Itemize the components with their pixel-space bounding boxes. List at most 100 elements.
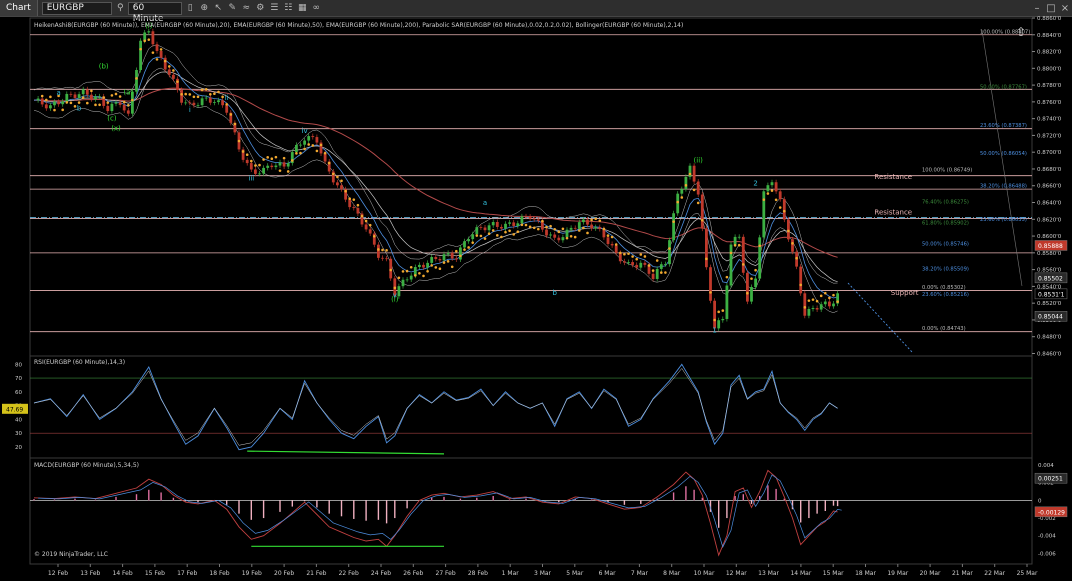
candle-body — [528, 216, 532, 219]
sar-dot — [204, 87, 208, 91]
sar-dot — [90, 89, 93, 93]
time-axis-label: 19 Feb — [242, 570, 262, 577]
sar-dot — [500, 235, 503, 239]
candle-body — [680, 189, 684, 194]
sar-dot — [459, 254, 462, 258]
candle-body — [643, 262, 647, 265]
chart-canvas[interactable]: 0.8860'0 0.8840'0 0.8820'0 0.8800'0 0.8780'0… — [0, 0, 1072, 581]
candle-body — [151, 31, 155, 45]
candle-body — [623, 261, 626, 263]
price-axis-label: 0.8820'0 — [1037, 50, 1062, 56]
sar-dot — [610, 235, 614, 239]
elliott-wave-label: (x) — [111, 124, 121, 132]
candle-body — [77, 94, 81, 98]
candle-body — [143, 32, 147, 41]
rsi-axis-label: 70 — [15, 376, 22, 382]
candle-body — [73, 94, 77, 98]
scroll-up-icon[interactable]: ⇧ — [1016, 25, 1026, 39]
sar-dot — [364, 219, 368, 223]
candle-body — [98, 96, 101, 98]
price-axis-label: 0.8620'0 — [1037, 217, 1062, 223]
time-axis-label: 13 Feb — [80, 570, 100, 577]
candle-body — [823, 301, 827, 305]
sar-dot — [705, 257, 708, 261]
fibonacci-label: 61.80% (0.85902) — [922, 221, 969, 227]
candle-body — [172, 74, 175, 79]
candle-body — [192, 102, 196, 106]
sar-dot — [819, 294, 823, 298]
sar-dot — [311, 144, 315, 147]
candle-body — [213, 102, 216, 103]
time-axis-label: 19 Mar — [887, 570, 908, 577]
fibonacci-label: 0.00% (0.85302) — [922, 285, 966, 291]
sar-dot — [512, 233, 515, 236]
sar-dot — [241, 150, 245, 153]
sar-dot — [774, 198, 778, 202]
sar-dot — [135, 77, 138, 80]
sar-dot — [418, 271, 421, 275]
time-axis-label: 5 Mar — [566, 570, 584, 577]
elliott-wave-label: 2 — [753, 180, 757, 188]
time-axis-label: 14 Mar — [790, 570, 811, 577]
level-annotation: Support — [891, 289, 919, 297]
candle-body — [705, 228, 708, 268]
sar-dot — [578, 229, 581, 232]
candle-body — [49, 105, 52, 109]
sar-dot — [696, 201, 700, 205]
sar-dot — [565, 236, 569, 240]
candle-body — [208, 97, 212, 103]
sar-dot — [61, 108, 64, 112]
sar-dot — [332, 172, 335, 176]
sar-dot — [49, 95, 52, 99]
candle-body — [577, 222, 581, 229]
rsi-panel-frame — [29, 355, 1033, 459]
bollinger-lower-line — [33, 67, 838, 313]
candle-body — [295, 144, 298, 153]
candle-body — [118, 102, 122, 105]
fib-fan-line — [981, 29, 1023, 287]
candle-body — [106, 105, 110, 112]
fibonacci-label: 23.60% (0.85216) — [922, 292, 969, 298]
sar-dot — [717, 310, 720, 314]
sar-dot — [393, 286, 397, 290]
sar-dot — [422, 274, 425, 278]
sar-dot — [323, 151, 327, 155]
time-axis-label: 6 Mar — [599, 570, 617, 577]
level-annotation: Resistance — [874, 208, 912, 216]
rsi-indicator-legend: RSI(EURGBP (60 Minute),14,3) — [34, 359, 125, 366]
candle-body — [651, 273, 655, 279]
candle-body — [471, 234, 475, 240]
candle-body — [401, 279, 405, 287]
sar-dot — [450, 265, 454, 269]
sar-dot — [303, 147, 306, 151]
sar-dot — [737, 243, 741, 247]
candle-body — [44, 104, 48, 109]
time-axis-label: 7 Mar — [631, 570, 649, 577]
sar-dot — [496, 234, 499, 237]
rsi-axis-label: 30 — [15, 431, 22, 437]
candle-body — [94, 96, 97, 100]
sar-dot — [434, 266, 438, 269]
elliott-wave-label: iv — [302, 127, 308, 135]
candle-body — [467, 239, 470, 242]
candle-body — [811, 308, 815, 310]
candle-body — [385, 258, 388, 260]
sar-dot — [151, 51, 155, 54]
sar-dot — [114, 92, 118, 96]
candle-body — [614, 245, 618, 253]
candle-body — [545, 229, 548, 236]
price-axis-label: 0.8720'0 — [1037, 133, 1062, 139]
sar-dot — [200, 88, 204, 92]
candle-body — [717, 320, 721, 329]
fibonacci-label: 100.00% (0.86749) — [922, 168, 972, 174]
candle-body — [549, 234, 552, 236]
rsi-axis-label: 40 — [15, 417, 22, 423]
sar-dot — [262, 158, 265, 161]
time-axis-label: 22 Mar — [984, 570, 1005, 577]
sar-dot — [118, 95, 122, 98]
sar-dot — [791, 242, 794, 245]
elliott-wave-label: (ii) — [694, 156, 704, 164]
sar-dot — [729, 251, 733, 255]
fibonacci-label: 76.40% (0.86275) — [922, 200, 969, 206]
time-axis-label: 21 Feb — [306, 570, 326, 577]
